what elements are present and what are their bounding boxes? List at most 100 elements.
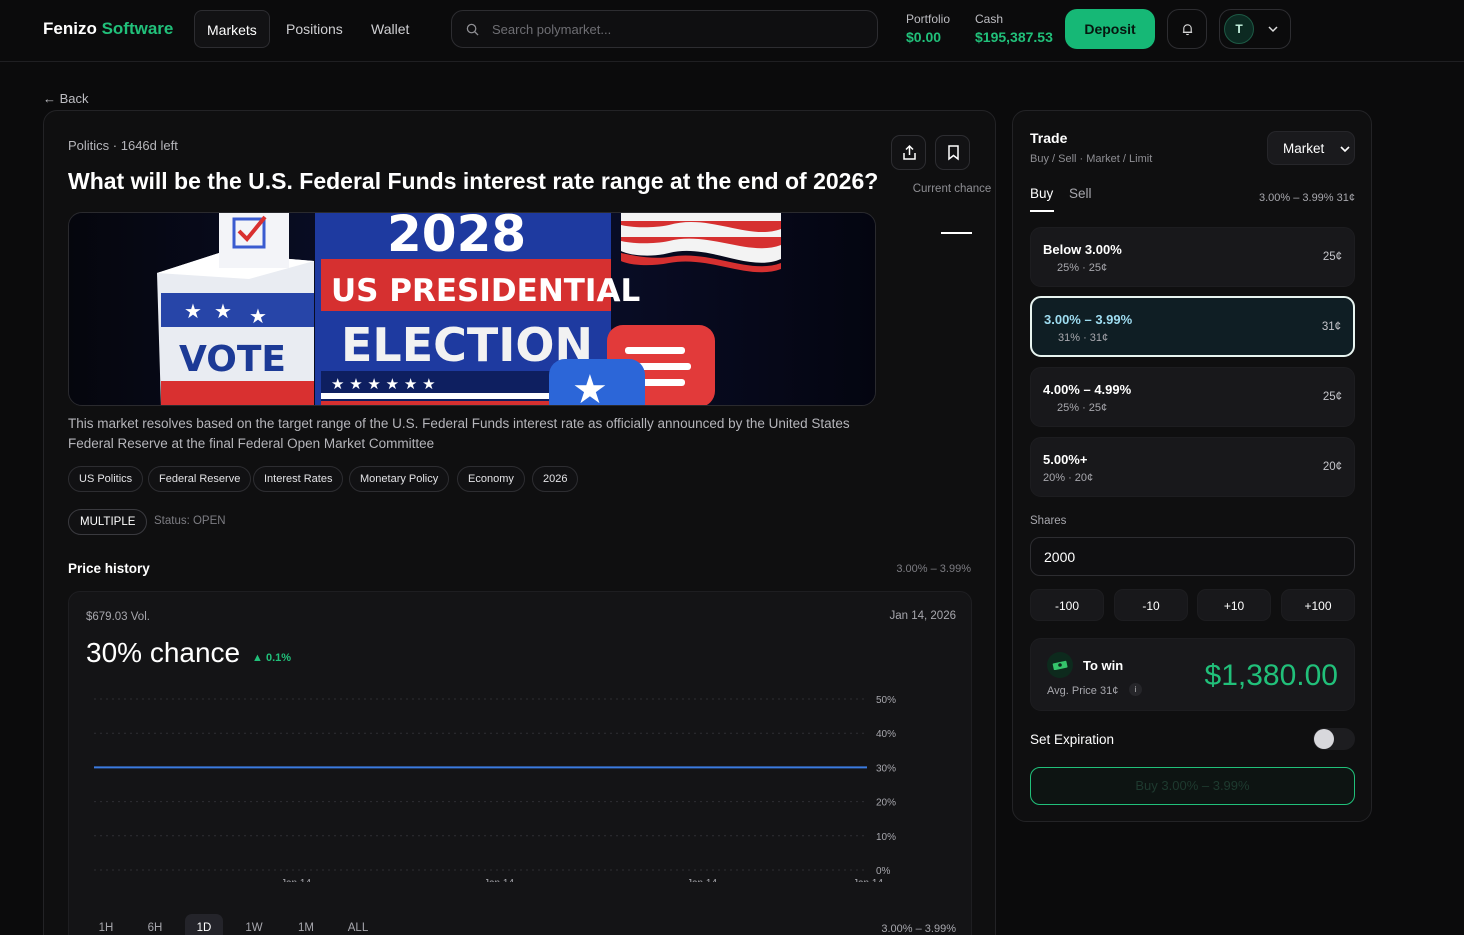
outcome-price: 31¢ [1321,321,1341,333]
to-win-box: To win Avg. Price 31¢ i $1,380.00 [1030,638,1355,711]
top-navbar: Fenizo Software Markets Positions Wallet… [0,0,1464,62]
share-icon [903,144,916,160]
avatar: T [1224,14,1254,44]
market-title: What will be the U.S. Federal Funds inte… [68,168,879,194]
search-bar [451,10,878,48]
x-tick-label: Jan 14 [687,878,717,882]
chevron-down-icon [1340,146,1350,153]
portfolio-stat: Portfolio $0.00 [906,12,950,45]
y-tick-label: 40% [876,729,896,740]
avg-price: Avg. Price 31¢ [1047,685,1119,697]
step-plus-100[interactable]: +100 [1281,589,1355,621]
chevron-down-icon [1268,26,1278,33]
banner-vote-text: VOTE [179,339,286,380]
bookmark-button[interactable] [935,135,970,170]
up-arrow-icon: ▲ [252,652,263,664]
outcome-sub: 20% · 20¢ [1043,472,1094,484]
outcome-sub: 25% · 25¢ [1057,262,1108,274]
deposit-button[interactable]: Deposit [1065,9,1155,49]
nav-positions[interactable]: Positions [274,10,355,48]
portfolio-value: $0.00 [906,29,942,45]
price-history-label: Price history [68,561,150,576]
x-tick-label: Jan 14 [484,878,514,882]
chart-date: Jan 14, 2026 [889,610,956,622]
banner-year: 2028 [387,213,526,263]
to-win-label: To win [1083,658,1124,673]
outcome-below-3[interactable]: Below 3.00% 25% · 25¢ 25¢ [1030,227,1355,287]
price-line-chart: 50%40%30%20%10%0%Jan 14Jan 14Jan 14Jan 1… [94,695,896,882]
order-type-select[interactable]: Market [1267,131,1355,165]
nav-wallet[interactable]: Wallet [359,10,421,48]
market-description: This market resolves based on the target… [68,416,850,451]
cash-value: $195,387.53 [975,29,1053,45]
search-icon [466,23,479,36]
expiration-toggle[interactable] [1313,728,1355,750]
tag-monetary-policy[interactable]: Monetary Policy [349,466,450,492]
bookmark-icon [948,145,959,161]
to-win-amount: $1,380.00 [1204,659,1338,692]
tag-federal-reserve[interactable]: Federal Reserve [148,466,252,492]
tag-interest-rates[interactable]: Interest Rates [253,466,344,492]
brand-name: Fenizo [43,19,97,38]
tab-sell[interactable]: Sell [1069,186,1092,201]
outcome-name: 4.00% – 4.99% [1043,382,1132,397]
cash-stat: Cash $195,387.53 [975,12,1053,45]
market-meta: Politics · 1646d left [68,138,178,153]
tab-buy[interactable]: Buy [1030,186,1053,201]
outcome-5-plus[interactable]: 5.00%+ 20% · 20¢ 20¢ [1030,437,1355,497]
notifications-button[interactable] [1167,9,1207,49]
back-link[interactable]: ← Back [43,91,89,106]
y-tick-label: 50% [876,695,896,706]
bell-icon [1182,24,1193,36]
toggle-knob [1314,729,1334,749]
y-tick-label: 30% [876,763,896,774]
outcome-price: 20¢ [1322,461,1342,473]
range-all[interactable]: ALL [339,914,377,935]
shares-input[interactable] [1044,548,1324,566]
order-type-value: Market [1283,141,1325,156]
outcome-sub: 31% · 31¢ [1058,332,1109,344]
range-1m[interactable]: 1M [287,914,325,935]
tag-us-politics[interactable]: US Politics [68,466,144,492]
set-expiration-label: Set Expiration [1030,732,1115,747]
user-menu[interactable]: T [1219,9,1291,49]
outcome-name: 3.00% – 3.99% [1044,312,1133,327]
x-tick-label: Jan 14 [853,878,883,882]
step-plus-10[interactable]: +10 [1197,589,1271,621]
buy-button[interactable]: Buy 3.00% – 3.99% [1030,767,1355,805]
trade-panel: Trade Buy / Sell · Market / Limit Market… [1012,110,1372,822]
range-1w[interactable]: 1W [235,914,273,935]
search-input[interactable] [492,19,862,39]
range-1h[interactable]: 1H [87,914,125,935]
tag-2026[interactable]: 2026 [532,466,579,492]
outcome-name: 5.00%+ [1043,452,1088,467]
portfolio-label: Portfolio [906,12,951,26]
range-6h[interactable]: 6H [136,914,174,935]
status-text: Status: OPEN [154,515,226,527]
svg-text:★ ★ ★ ★ ★ ★: ★ ★ ★ ★ ★ ★ [331,375,436,393]
svg-text:★: ★ [572,367,608,406]
outcome-4-to-4-99[interactable]: 4.00% – 4.99% 25% · 25¢ 25¢ [1030,367,1355,427]
info-icon[interactable]: i [1129,683,1142,696]
share-button[interactable] [891,135,926,170]
market-type-badge: MULTIPLE [68,509,148,535]
step-minus-100[interactable]: -100 [1030,589,1104,621]
shares-label: Shares [1030,515,1067,527]
x-tick-label: Jan 14 [281,878,311,882]
market-banner-image: ★ ★ ★ VOTE 2028 US PRESIDENTIAL ELECTION… [68,212,876,406]
banner-line1: US PRESIDENTIAL [331,273,640,309]
svg-text:★: ★ [184,299,202,323]
nav-markets[interactable]: Markets [194,10,270,48]
brand-accent: Software [101,19,174,38]
brand-logo[interactable]: Fenizo Software [43,19,173,39]
step-minus-10[interactable]: -10 [1114,589,1188,621]
cash-icon [1047,652,1073,678]
tag-economy[interactable]: Economy [457,466,525,492]
range-1d[interactable]: 1D [185,914,223,935]
outcome-price: 25¢ [1322,251,1342,263]
current-chance-label: Current chance [912,183,992,195]
svg-text:★: ★ [214,299,232,323]
outcome-price: 25¢ [1322,391,1342,403]
selected-outcome-summary: 3.00% – 3.99% 31¢ [1258,192,1355,204]
outcome-3-to-3-99[interactable]: 3.00% – 3.99% 31% · 31¢ 31¢ [1030,296,1355,357]
